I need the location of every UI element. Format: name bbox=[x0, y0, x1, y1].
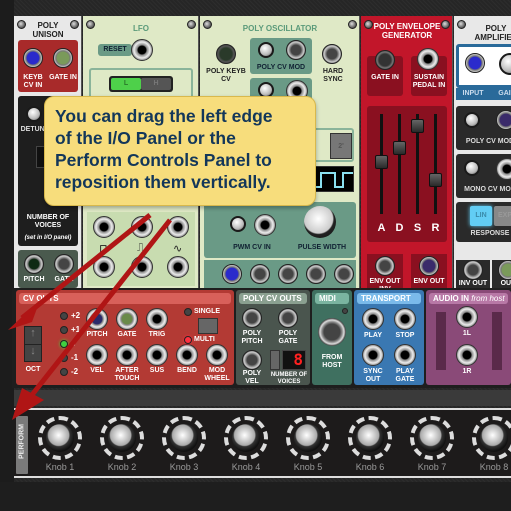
arrow-head-icon bbox=[8, 300, 40, 330]
rack-bottom bbox=[0, 482, 511, 511]
arrow-to-perform-panel bbox=[22, 218, 172, 407]
callout-arrows bbox=[8, 213, 172, 420]
arrow-head-icon bbox=[12, 388, 44, 420]
